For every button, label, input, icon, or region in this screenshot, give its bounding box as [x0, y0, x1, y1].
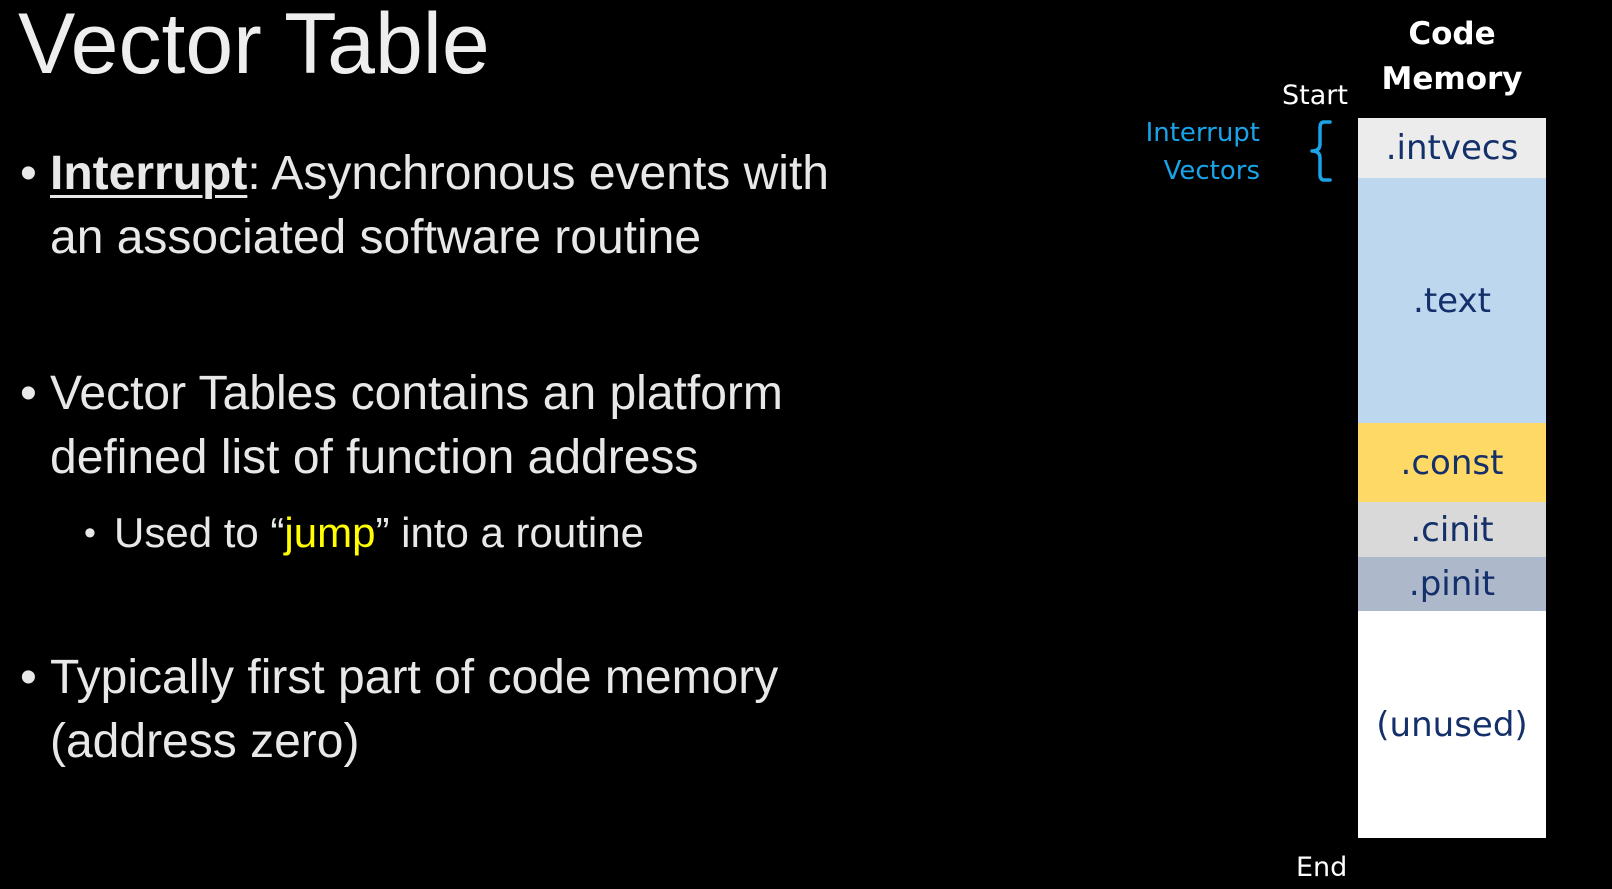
- end-label: End: [1296, 852, 1348, 883]
- vector-tables-line2: defined list of function address: [50, 431, 699, 484]
- interrupt-definition-line2: an associated software routine: [50, 211, 702, 264]
- segment-intvecs: .intvecs: [1358, 118, 1546, 178]
- bullet-dot: •: [20, 367, 37, 420]
- bullet-dot: •: [20, 651, 37, 704]
- segment-unused: (unused): [1358, 611, 1546, 838]
- slide-title: Vector Table: [18, 0, 490, 92]
- sub-bullet-jump-text: Used to “jump” into a routine: [114, 506, 644, 560]
- curly-brace-icon: [1310, 120, 1332, 182]
- bullet-typically-first-text: Typically first part of code memory (add…: [50, 646, 778, 774]
- code-memory-title-line2: Memory: [1381, 61, 1523, 97]
- segment-const: .const: [1358, 423, 1546, 502]
- segment-cinit: .cinit: [1358, 502, 1546, 557]
- segment-text: .text: [1358, 178, 1546, 423]
- sub-bullet-before: Used to “: [114, 509, 285, 556]
- typically-first-line1: Typically first part of code memory: [50, 651, 779, 704]
- curly-brace-path: [1310, 120, 1332, 182]
- vector-tables-line1: Vector Tables contains an platform: [50, 367, 783, 420]
- typically-first-line2: (address zero): [50, 715, 360, 768]
- bullet-interrupt-text: Interrupt: Asynchronous events with an a…: [50, 142, 829, 270]
- interrupt-definition: : Asynchronous events with: [247, 147, 829, 200]
- bullet-dot: •: [20, 147, 37, 200]
- start-label: Start: [1282, 80, 1348, 111]
- sub-bullet-after: ” into a routine: [375, 509, 644, 556]
- interrupt-vectors-label: Interrupt Vectors: [1120, 114, 1260, 190]
- code-memory-map: .intvecs .text .const .cinit .pinit (unu…: [1358, 118, 1546, 838]
- bullet-vector-tables-text: Vector Tables contains an platform defin…: [50, 362, 783, 490]
- interrupt-term: Interrupt: [50, 147, 248, 200]
- interrupt-vectors-label-line1: Interrupt: [1145, 118, 1260, 148]
- jump-highlight: jump: [284, 509, 376, 556]
- sub-bullet-dot: •: [84, 514, 96, 552]
- code-memory-title-line1: Code: [1408, 16, 1496, 52]
- code-memory-title: Code Memory: [1358, 12, 1546, 102]
- segment-pinit: .pinit: [1358, 557, 1546, 611]
- interrupt-vectors-label-line2: Vectors: [1163, 156, 1260, 186]
